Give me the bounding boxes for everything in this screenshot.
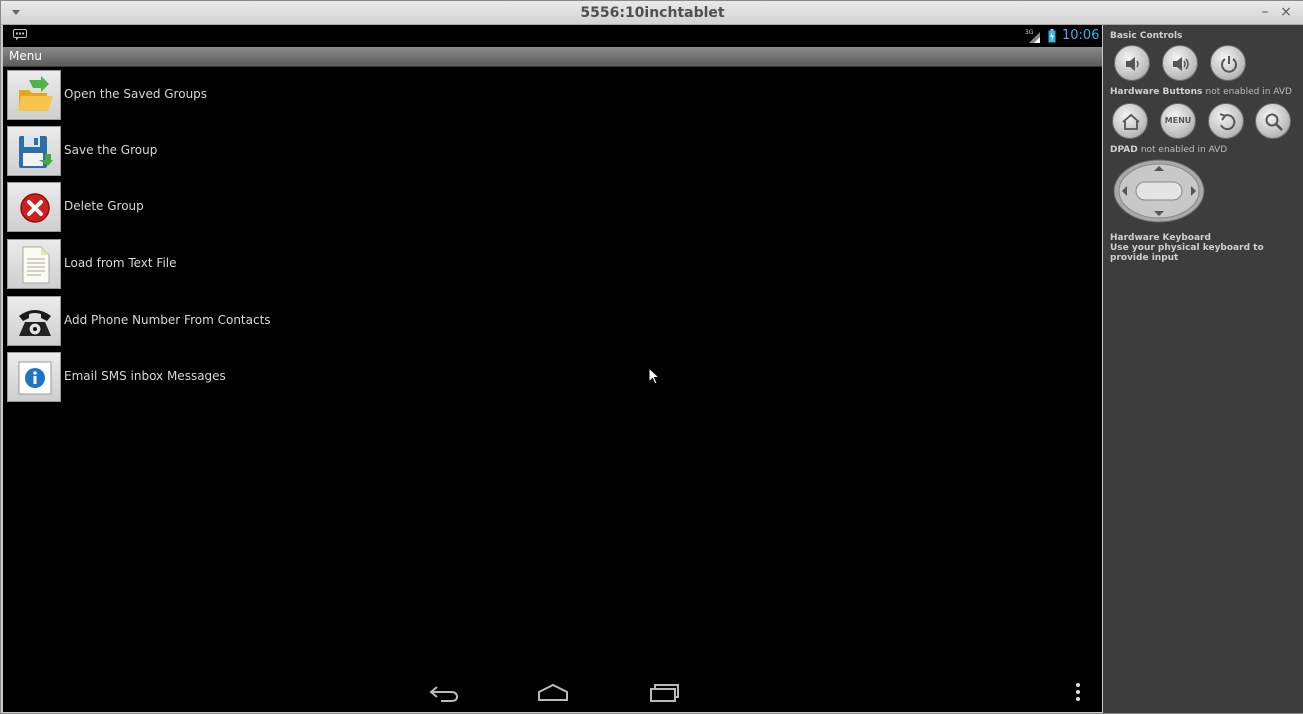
menu-item-email-sms-inbox[interactable]: Email SMS inbox Messages: [3, 350, 403, 404]
volume-up-icon: [1173, 57, 1189, 71]
basic-controls-title: Basic Controls: [1110, 31, 1183, 41]
device-screen[interactable]: 3G 10:06 Menu Open the Saved Groups Save…: [3, 25, 1102, 712]
save-disk-icon: [19, 136, 53, 168]
battery-icon: [1048, 29, 1056, 43]
delete-icon: [20, 193, 50, 223]
overflow-menu-icon[interactable]: [1075, 682, 1081, 702]
menu-item-label: Save the Group: [64, 143, 158, 157]
volume-up-button[interactable]: [1162, 45, 1198, 81]
menu-item-label: Delete Group: [64, 199, 144, 213]
menu-header: Menu: [3, 47, 1102, 67]
menu-item-label: Add Phone Number From Contacts: [64, 313, 271, 327]
notification-icon[interactable]: [13, 29, 27, 41]
title-bar: 5556:10inchtablet – ×: [1, 1, 1303, 25]
menu-item-open-saved-groups[interactable]: Open the Saved Groups: [3, 68, 403, 122]
dpad-control[interactable]: [1113, 159, 1205, 223]
home-icon: [1122, 113, 1140, 130]
dpad-title: DPAD not enabled in AVD: [1110, 145, 1228, 155]
signal-icon: 3G: [1025, 29, 1040, 43]
menu-item-add-phone-number[interactable]: Add Phone Number From Contacts: [3, 294, 403, 348]
status-clock: 10:06: [1062, 28, 1100, 43]
power-button[interactable]: [1210, 45, 1246, 81]
menu-item-label: Load from Text File: [64, 256, 177, 270]
menu-button[interactable]: MENU: [1160, 103, 1196, 139]
menu-item-label: Open the Saved Groups: [64, 87, 208, 101]
search-button[interactable]: [1255, 103, 1291, 139]
home-button[interactable]: [1112, 103, 1148, 139]
close-button[interactable]: ×: [1278, 4, 1294, 20]
back-button[interactable]: [1208, 103, 1244, 139]
navigation-bar: [3, 672, 1102, 712]
menu-title: Menu: [9, 49, 42, 63]
menu-item-label: Email SMS inbox Messages: [64, 369, 226, 383]
menu-item-save-group[interactable]: Save the Group: [3, 124, 403, 178]
hardware-buttons-note: not enabled in AVD: [1205, 87, 1292, 97]
volume-down-button[interactable]: [1114, 45, 1150, 81]
dpad-note: not enabled in AVD: [1140, 145, 1228, 155]
minimize-button[interactable]: –: [1257, 4, 1273, 20]
svg-text:3G: 3G: [1025, 29, 1034, 36]
telephone-icon: [19, 310, 51, 336]
volume-down-icon: [1126, 57, 1139, 71]
power-icon: [1221, 56, 1237, 73]
status-bar: 3G 10:06: [3, 25, 1102, 47]
emulator-controls-panel: Basic Controls Hardware Buttons not enab…: [1103, 25, 1303, 713]
folder-open-icon: [18, 76, 53, 111]
hardware-keyboard-hint: Hardware Keyboard Use your physical keyb…: [1110, 233, 1303, 263]
back-arrow-icon: [1219, 113, 1236, 131]
mouse-cursor-icon: [648, 367, 660, 385]
recent-apps-icon[interactable]: [647, 680, 681, 704]
home-icon[interactable]: [536, 680, 570, 704]
window-title: 5556:10inchtablet: [580, 5, 725, 21]
info-icon: [18, 361, 52, 395]
back-icon[interactable]: [427, 680, 461, 704]
hardware-keyboard-note: Use your physical keyboard to provide in…: [1110, 243, 1264, 263]
text-file-icon: [22, 246, 50, 284]
menu-item-load-text-file[interactable]: Load from Text File: [3, 237, 403, 291]
emulator-window: 5556:10inchtablet – × 3G 10:06 Menu Open…: [0, 0, 1303, 714]
search-icon: [1265, 113, 1283, 131]
hardware-buttons-title: Hardware Buttons not enabled in AVD: [1110, 87, 1292, 97]
menu-item-delete-group[interactable]: Delete Group: [3, 180, 403, 234]
